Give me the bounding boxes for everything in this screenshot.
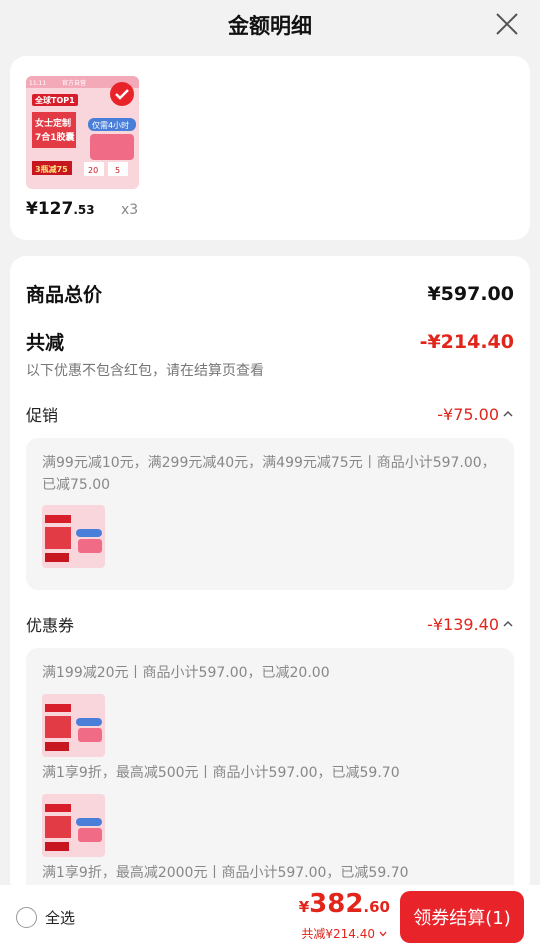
amount-detail-card: 商品总价 ¥597.00 共减 -¥214.40 以下优惠不包含红包，请在结算页…: [10, 256, 530, 896]
select-all-label[interactable]: 全选: [45, 907, 75, 928]
coupon-value: -¥139.40: [427, 615, 514, 634]
promotion-row[interactable]: 促销 -¥75.00: [26, 402, 514, 426]
discount-label: 共减: [26, 332, 65, 354]
svg-text:11.11: 11.11: [29, 80, 46, 87]
chevron-up-icon[interactable]: [502, 408, 514, 420]
select-all-checkbox[interactable]: [16, 907, 37, 928]
coupon-row[interactable]: 优惠券 -¥139.40: [26, 612, 514, 636]
promotion-detail-box: 满99元减10元，满299元减40元，满499元减75元丨商品小计597.00，…: [26, 438, 514, 590]
header: 金额明细: [0, 0, 540, 50]
svg-text:女士定制: 女士定制: [35, 117, 71, 129]
coupon-item-text: 满199减20元丨商品小计597.00，已减20.00: [42, 665, 330, 681]
svg-text:全球TOP1: 全球TOP1: [34, 95, 75, 105]
discount-value: -¥214.40: [419, 330, 514, 353]
checkout-button[interactable]: 领券结算(1): [400, 891, 524, 943]
promotion-rule: 满99元减10元，满299元减40元，满499元减75元丨商品小计597.00，…: [42, 455, 496, 493]
discount-row: 共减 -¥214.40: [26, 328, 514, 355]
page-title: 金额明细: [228, 14, 312, 38]
product-thumbnail: [42, 694, 105, 757]
checkout-bar: 全选 ¥382.60 共减¥214.40 领券结算(1): [0, 885, 540, 951]
svg-text:5: 5: [115, 166, 120, 175]
svg-text:官方自营: 官方自营: [62, 79, 86, 87]
coupon-label: 优惠券: [26, 616, 75, 635]
coupon-detail-box: 满199减20元丨商品小计597.00，已减20.00 满1享9折，最高减500…: [26, 648, 514, 896]
promotion-label: 促销: [26, 406, 59, 425]
product-quantity: x3: [121, 202, 139, 218]
total-amount: ¥382.60: [298, 889, 390, 919]
coupon-item-text: 满1享9折，最高减2000元丨商品小计597.00，已减59.70: [42, 865, 409, 881]
promotion-value: -¥75.00: [437, 405, 514, 424]
coupon-item-text: 满1享9折，最高减500元丨商品小计597.00，已减59.70: [42, 765, 400, 781]
total-price-row: 商品总价 ¥597.00: [26, 280, 514, 307]
discount-note: 以下优惠不包含红包，请在结算页查看: [26, 363, 264, 379]
product-image[interactable]: 11.11 官方自营 全球TOP1 女士定制 7合1胶囊 3瓶减75 仅需4小时…: [26, 76, 139, 189]
product-price: ¥127.53: [26, 199, 95, 219]
total-price-value: ¥597.00: [427, 282, 514, 305]
close-icon[interactable]: [494, 11, 520, 37]
svg-text:20: 20: [88, 166, 98, 175]
svg-text:7合1胶囊: 7合1胶囊: [35, 131, 76, 143]
total-price-label: 商品总价: [26, 284, 103, 306]
product-thumbnail: [42, 505, 105, 568]
svg-text:3瓶减75: 3瓶减75: [35, 164, 68, 174]
chevron-down-icon: [379, 931, 387, 936]
total-discount-toggle[interactable]: 共减¥214.40: [301, 925, 388, 942]
svg-text:仅需4小时: 仅需4小时: [92, 120, 129, 130]
chevron-up-icon[interactable]: [502, 618, 514, 630]
product-thumbnail: [42, 794, 105, 857]
